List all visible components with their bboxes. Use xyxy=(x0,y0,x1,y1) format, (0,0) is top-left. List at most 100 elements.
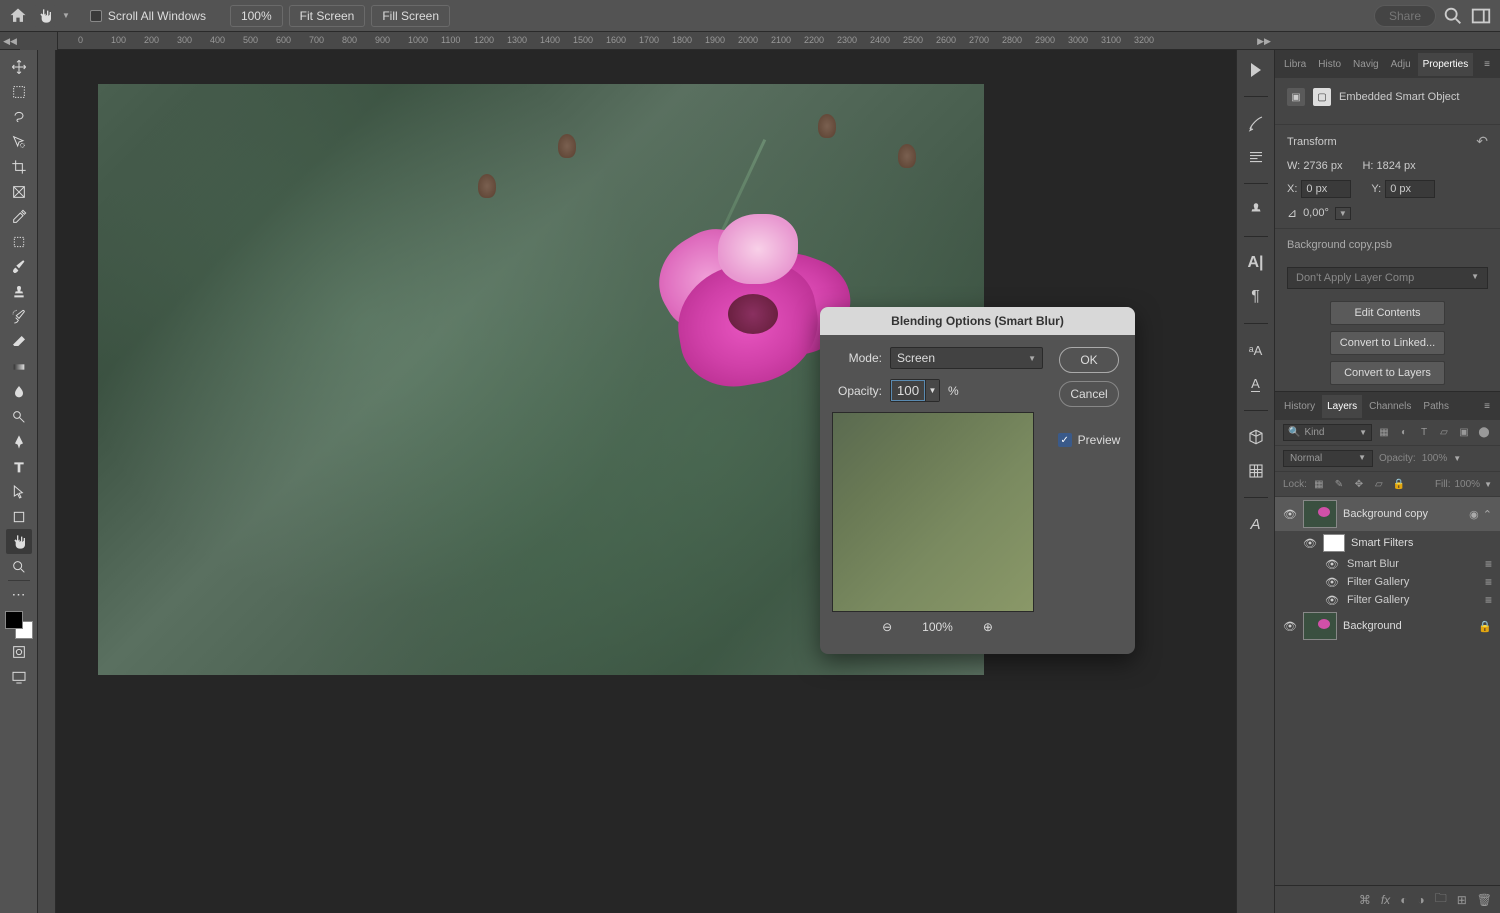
quick-mask-icon[interactable] xyxy=(6,639,32,664)
eyedropper-tool[interactable] xyxy=(6,204,32,229)
blend-mode-select[interactable]: Normal▼ xyxy=(1283,450,1373,467)
visibility-icon[interactable]: 👁 xyxy=(1283,620,1297,633)
filter-item[interactable]: 👁 Smart Blur ≡ xyxy=(1275,555,1500,573)
3d-icon[interactable] xyxy=(1244,425,1268,449)
shape-tool[interactable] xyxy=(6,504,32,529)
workspace-icon[interactable] xyxy=(1470,5,1492,27)
zoom-out-icon[interactable]: ⊖ xyxy=(882,620,892,634)
collapse-right-icon[interactable]: ▶▶ xyxy=(1254,32,1274,50)
eraser-tool[interactable] xyxy=(6,329,32,354)
lasso-tool[interactable] xyxy=(6,104,32,129)
filter-item[interactable]: 👁 Filter Gallery ≡ xyxy=(1275,573,1500,591)
play-icon[interactable] xyxy=(1244,58,1268,82)
filter-item[interactable]: 👁 Filter Gallery ≡ xyxy=(1275,591,1500,609)
filter-mask-thumbnail[interactable] xyxy=(1323,534,1345,552)
lock-all-icon[interactable]: 🔒 xyxy=(1391,476,1407,492)
mode-select[interactable]: Screen▼ xyxy=(890,347,1043,369)
zoom-level-button[interactable]: 100% xyxy=(230,5,283,27)
filter-name[interactable]: Filter Gallery xyxy=(1347,576,1409,588)
stamp-tool[interactable] xyxy=(6,279,32,304)
convert-linked-button[interactable]: Convert to Linked... xyxy=(1330,331,1445,355)
grid-icon[interactable] xyxy=(1244,459,1268,483)
character-icon[interactable]: A| xyxy=(1244,251,1268,275)
frame-tool[interactable] xyxy=(6,179,32,204)
visibility-icon[interactable]: 👁 xyxy=(1325,558,1339,571)
width-value[interactable]: 2736 px xyxy=(1303,160,1342,172)
x-input[interactable] xyxy=(1301,180,1351,198)
tab-paths[interactable]: Paths xyxy=(1418,395,1454,418)
fill-value[interactable]: 100% xyxy=(1455,479,1481,490)
dodge-tool[interactable] xyxy=(6,404,32,429)
layer-thumbnail[interactable] xyxy=(1303,500,1337,528)
paragraph-styles-icon[interactable] xyxy=(1244,145,1268,169)
share-button[interactable]: Share xyxy=(1374,5,1436,27)
path-select-tool[interactable] xyxy=(6,479,32,504)
hand-tool-indicator[interactable] xyxy=(34,5,56,27)
preview-thumbnail[interactable] xyxy=(832,412,1034,612)
layers-menu-icon[interactable]: ≡ xyxy=(1478,401,1496,412)
hand-tool[interactable] xyxy=(6,529,32,554)
chevron-down-icon[interactable]: ▼ xyxy=(1335,207,1351,220)
tab-history[interactable]: History xyxy=(1279,395,1320,418)
filter-options-icon[interactable]: ≡ xyxy=(1485,557,1492,571)
type-styles-icon[interactable]: A xyxy=(1244,512,1268,536)
expand-icon[interactable]: ⌃ xyxy=(1483,508,1492,521)
layer-filter-kind[interactable]: 🔍Kind▼ xyxy=(1283,424,1372,441)
color-swatches[interactable] xyxy=(5,611,33,639)
chevron-down-icon[interactable]: ▼ xyxy=(925,380,939,401)
filter-shape-icon[interactable]: ▱ xyxy=(1436,425,1452,441)
cancel-button[interactable]: Cancel xyxy=(1059,381,1119,407)
preview-checkbox[interactable]: ✓ xyxy=(1058,433,1072,447)
layer-comp-dropdown[interactable]: Don't Apply Layer Comp▼ xyxy=(1287,267,1488,289)
marquee-tool[interactable] xyxy=(6,79,32,104)
edit-contents-button[interactable]: Edit Contents xyxy=(1330,301,1445,325)
tab-libraries[interactable]: Libra xyxy=(1279,53,1311,76)
panel-menu-icon[interactable]: ≡ xyxy=(1478,59,1496,70)
visibility-icon[interactable]: 👁 xyxy=(1283,508,1297,521)
glyphs-icon[interactable]: ᵃA xyxy=(1244,338,1268,362)
reset-icon[interactable]: ↶ xyxy=(1476,133,1488,150)
opacity-input[interactable] xyxy=(891,380,925,401)
filter-adjust-icon[interactable]: ◐ xyxy=(1396,425,1412,441)
tab-properties[interactable]: Properties xyxy=(1418,53,1474,76)
ok-button[interactable]: OK xyxy=(1059,347,1119,373)
filter-pixel-icon[interactable]: ▦ xyxy=(1376,425,1392,441)
quick-select-tool[interactable] xyxy=(6,129,32,154)
blur-tool[interactable] xyxy=(6,379,32,404)
scroll-all-checkbox[interactable] xyxy=(90,10,102,22)
lock-image-icon[interactable]: ✎ xyxy=(1331,476,1347,492)
fit-screen-button[interactable]: Fit Screen xyxy=(289,5,366,27)
clone-source-icon[interactable] xyxy=(1244,198,1268,222)
adjustment-icon[interactable]: ◑ xyxy=(1417,893,1424,907)
chevron-down-icon[interactable]: ▼ xyxy=(62,11,70,20)
tab-adjustments[interactable]: Adju xyxy=(1386,53,1416,76)
edit-toolbar-icon[interactable]: ⋯ xyxy=(6,582,32,607)
filter-toggle-icon[interactable]: ⬤ xyxy=(1476,425,1492,441)
y-input[interactable] xyxy=(1385,180,1435,198)
zoom-in-icon[interactable]: ⊕ xyxy=(983,620,993,634)
convert-layers-button[interactable]: Convert to Layers xyxy=(1330,361,1445,385)
filter-type-icon[interactable]: T xyxy=(1416,425,1432,441)
filter-options-icon[interactable]: ≡ xyxy=(1485,593,1492,607)
zoom-tool[interactable] xyxy=(6,554,32,579)
visibility-icon[interactable]: 👁 xyxy=(1325,594,1339,607)
tab-histogram[interactable]: Histo xyxy=(1313,53,1346,76)
screen-mode-icon[interactable] xyxy=(6,664,32,689)
brush-tool[interactable] xyxy=(6,254,32,279)
paragraph-icon[interactable]: ¶ xyxy=(1244,285,1268,309)
filter-smart-icon[interactable]: ▣ xyxy=(1456,425,1472,441)
link-layers-icon[interactable]: ⌘ xyxy=(1359,893,1371,907)
layer-row[interactable]: 👁 Background 🔒 xyxy=(1275,609,1500,643)
mask-icon[interactable]: ◐ xyxy=(1400,893,1407,907)
home-icon[interactable] xyxy=(8,6,28,26)
healing-tool[interactable] xyxy=(6,229,32,254)
opacity-value[interactable]: 100% xyxy=(1422,453,1448,464)
filter-name[interactable]: Smart Blur xyxy=(1347,558,1399,570)
fill-screen-button[interactable]: Fill Screen xyxy=(371,5,450,27)
crop-tool[interactable] xyxy=(6,154,32,179)
collapse-left-icon[interactable]: ◀◀ xyxy=(0,32,20,50)
filter-name[interactable]: Filter Gallery xyxy=(1347,594,1409,606)
lock-transparency-icon[interactable]: ▦ xyxy=(1311,476,1327,492)
delete-icon[interactable]: 🗑 xyxy=(1477,893,1492,907)
new-layer-icon[interactable]: ⊞ xyxy=(1457,893,1467,907)
